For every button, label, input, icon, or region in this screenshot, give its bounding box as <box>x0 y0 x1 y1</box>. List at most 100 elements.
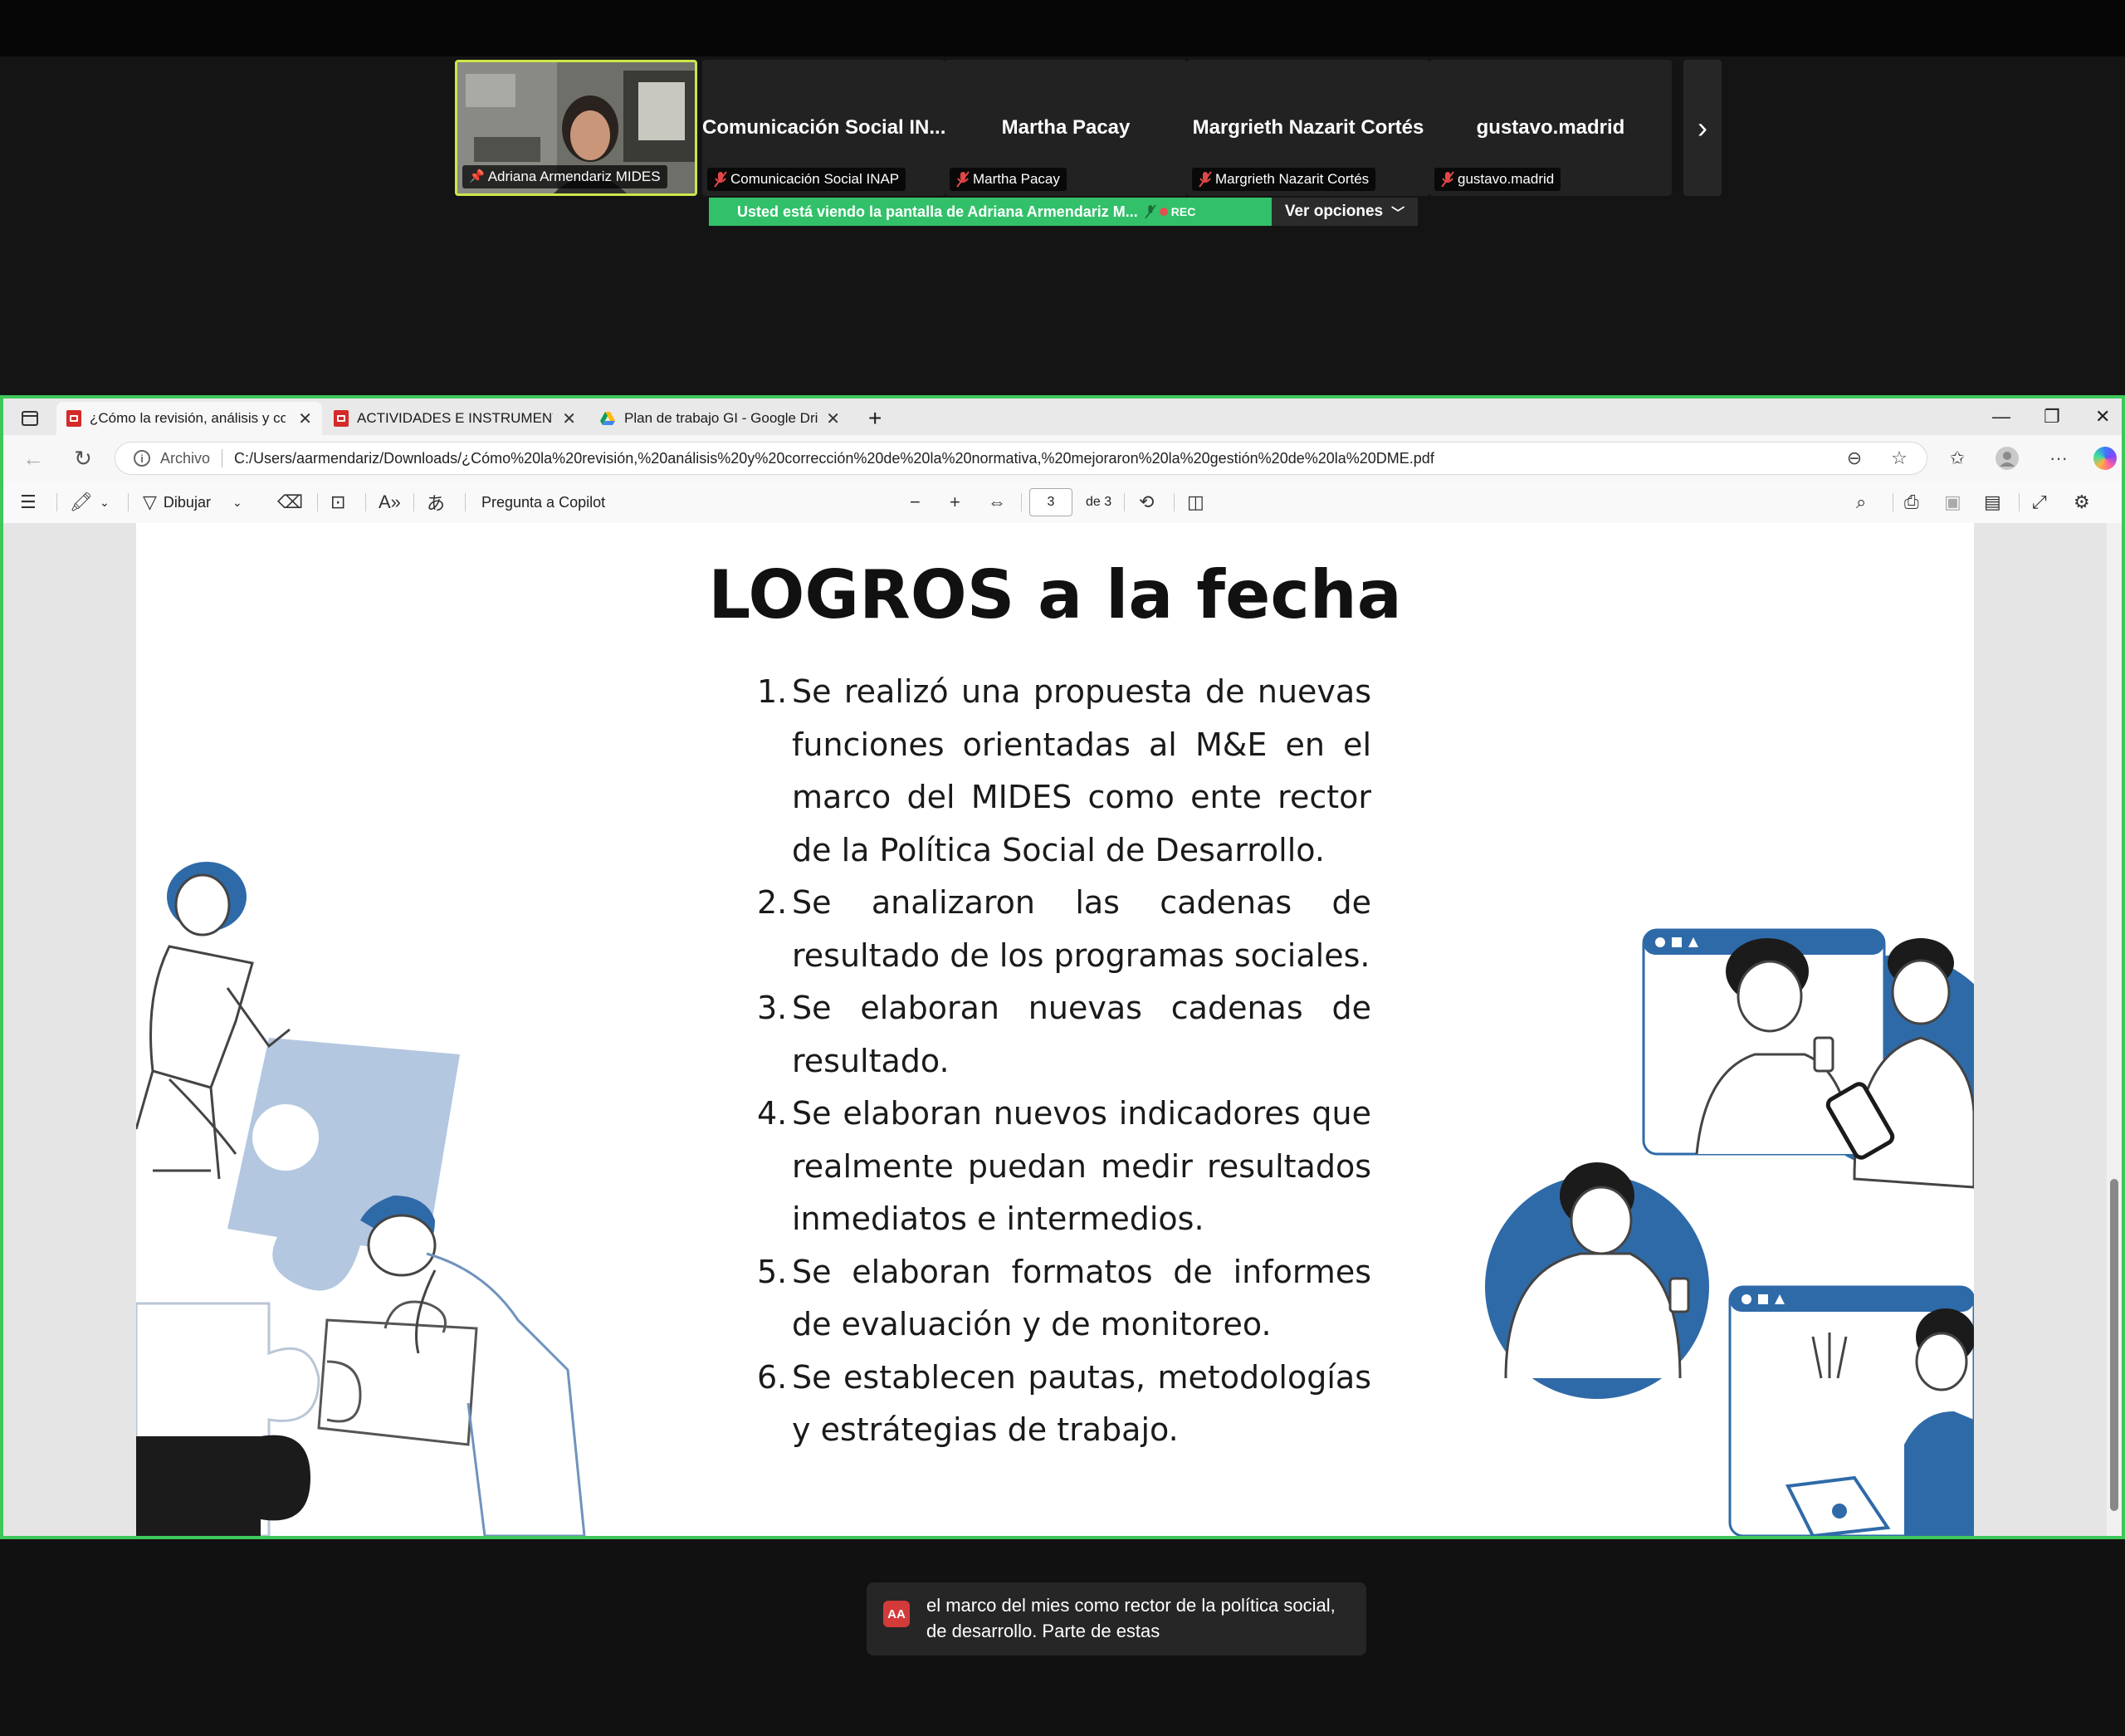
screen-share-banner: Usted está viendo la pantalla de Adriana… <box>709 198 1272 226</box>
rotate-button[interactable]: ⟲ <box>1139 482 1154 523</box>
participant-nameplate: Comunicación Social INAP <box>707 168 906 191</box>
restore-icon: ❐ <box>2044 406 2060 427</box>
draw-button[interactable]: ▽ Dibujar ⌄ <box>143 482 242 523</box>
highlighter-icon: 🖍 <box>70 491 93 512</box>
printer-icon: ⎙ <box>1904 491 1919 512</box>
participant-nameplate: 📌 Adriana Armendariz MIDES <box>462 165 667 188</box>
participant-tile[interactable]: Comunicación Social IN... Comunicación S… <box>702 60 945 196</box>
participant-name: Martha Pacay <box>1001 116 1131 139</box>
copilot-icon <box>2093 447 2117 470</box>
translate-button[interactable]: あ <box>427 482 445 523</box>
mic-off-icon <box>1199 171 1212 188</box>
tab-pdf-actividades[interactable]: ACTIVIDADES E INSTRUMENTOS ✕ <box>324 402 586 435</box>
puzzle-people-illustration <box>136 862 586 1536</box>
read-aloud-button[interactable]: A» <box>379 482 401 523</box>
chevron-down-icon: ⌄ <box>232 495 242 509</box>
participant-tile[interactable]: Margrieth Nazarit Cortés Margrieth Nazar… <box>1187 60 1429 196</box>
mic-off-icon <box>1441 171 1454 188</box>
eraser-icon: ⌫ <box>277 491 304 512</box>
search-icon: ⌕ <box>1856 491 1867 512</box>
find-button[interactable]: ⌕ <box>1856 482 1866 523</box>
participant-tile-self[interactable]: 📌 Adriana Armendariz MIDES <box>455 60 697 196</box>
minimize-icon: — <box>1992 406 2010 427</box>
new-tab-button[interactable]: + <box>858 402 895 435</box>
minimize-button[interactable]: — <box>1992 399 2010 435</box>
participant-tile[interactable]: Martha Pacay Martha Pacay <box>945 60 1187 196</box>
plus-icon: + <box>868 405 882 431</box>
achievements-list: 1. Se realizó una propuesta de nuevas fun… <box>757 666 1371 1457</box>
tab-actions-button[interactable] <box>12 402 48 435</box>
fullscreen-button[interactable]: ⤢ <box>2032 482 2047 523</box>
save-as-icon: ▤ <box>1984 491 2001 512</box>
highlight-button[interactable]: 🖍 ⌄ <box>70 482 110 523</box>
save-as-button[interactable]: ▤ <box>1984 482 2001 523</box>
caption-badge-icon: AA <box>883 1601 910 1627</box>
read-aloud-icon: A» <box>379 491 401 512</box>
close-tab-icon[interactable]: ✕ <box>562 408 576 429</box>
google-drive-icon <box>600 412 615 425</box>
close-window-button[interactable]: ✕ <box>2095 399 2110 435</box>
list-item: 6. Se establecen pautas, metodologías y e… <box>757 1358 1371 1449</box>
close-icon: ✕ <box>2095 406 2111 427</box>
info-icon: i <box>134 450 150 467</box>
favorite-button[interactable]: ☆ <box>1884 443 1914 473</box>
copilot-button[interactable] <box>2090 443 2120 473</box>
minus-icon: − <box>910 491 921 512</box>
tab-google-drive[interactable]: Plan de trabajo GI - Google Drive ✕ <box>589 402 850 435</box>
list-item: 1. Se realizó una propuesta de nuevas fun… <box>757 673 1371 868</box>
list-item: 2. Se analizaron las cadenas de resultado… <box>757 884 1371 974</box>
page-view-button[interactable]: ◫ <box>1187 482 1204 523</box>
contents-button[interactable]: ☰ <box>20 482 37 523</box>
settings-button[interactable]: ⚙ <box>2074 482 2090 523</box>
plus-icon: + <box>950 491 960 512</box>
next-participants-button[interactable]: › <box>1683 60 1722 196</box>
mic-off-icon <box>1144 204 1156 219</box>
chevron-right-icon: › <box>1698 110 1707 144</box>
url-field[interactable]: i Archivo C:/Users/aarmendariz/Downloads… <box>115 442 1927 475</box>
add-text-button[interactable]: ⊡ <box>330 482 345 523</box>
ask-copilot-button[interactable]: Pregunta a Copilot <box>481 482 605 523</box>
chevron-down-icon: ⌄ <box>99 495 110 509</box>
page-number-input[interactable]: 3 <box>1029 488 1072 516</box>
list-item: 3. Se elaboran nuevas cadenas de resultad… <box>757 990 1371 1079</box>
close-tab-icon[interactable]: ✕ <box>298 408 312 429</box>
text-box-icon: ⊡ <box>330 491 346 512</box>
slide-title: LOGROS a la fecha <box>708 556 1402 633</box>
favorites-button[interactable]: ✩ <box>1942 443 1972 473</box>
favorites-list-icon: ✩ <box>1949 447 1966 468</box>
fit-width-button[interactable]: ⇔ <box>988 482 1006 523</box>
save-button[interactable]: ▣ <box>1944 482 1961 523</box>
reload-button[interactable]: ↻ <box>68 443 98 473</box>
pdf-viewer: LOGROS a la fecha 1. Se realizó una propu… <box>3 523 2122 1536</box>
participant-nameplate: gustavo.madrid <box>1434 168 1561 191</box>
erase-button[interactable]: ⌫ <box>277 482 303 523</box>
chevron-down-icon: ﹀ <box>1391 207 1405 221</box>
live-caption: AA el marco del mies como rector de la p… <box>867 1582 1366 1655</box>
pdf-icon <box>334 410 349 427</box>
pdf-page: LOGROS a la fecha 1. Se realizó una propu… <box>136 523 1974 1536</box>
back-button[interactable]: ← <box>18 443 48 473</box>
scrollbar-thumb[interactable] <box>2110 1179 2118 1511</box>
pin-icon: 📌 <box>469 169 485 183</box>
tab-bar: ¿Cómo la revisión, análisis y corre ✕ AC… <box>3 399 2122 435</box>
list-icon: ☰ <box>20 491 37 512</box>
tab-pdf-current[interactable]: ¿Cómo la revisión, análisis y corre ✕ <box>56 402 322 435</box>
list-item: 5. Se elaboran formatos de informes de ev… <box>757 1253 1371 1343</box>
more-menu-button[interactable]: ··· <box>2044 443 2074 473</box>
view-options-button[interactable]: Ver opciones ﹀ <box>1272 198 1418 226</box>
vertical-scrollbar[interactable] <box>2107 523 2122 1536</box>
participant-nameplate: Martha Pacay <box>950 168 1067 191</box>
zoom-out-button[interactable]: − <box>910 482 921 523</box>
restore-button[interactable]: ❐ <box>2044 399 2060 435</box>
zoom-button[interactable]: ⊖ <box>1839 443 1869 473</box>
fit-page-icon: ⇔ <box>988 491 1006 512</box>
zoom-in-button[interactable]: + <box>950 482 960 523</box>
participant-tile[interactable]: gustavo.madrid gustavo.madrid <box>1429 60 1672 196</box>
print-button[interactable]: ⎙ <box>1904 482 1919 523</box>
close-tab-icon[interactable]: ✕ <box>826 408 840 429</box>
more-icon: ··· <box>2049 447 2068 468</box>
pdf-icon <box>66 410 81 427</box>
mic-off-icon <box>956 171 970 188</box>
participant-nameplate: Margrieth Nazarit Cortés <box>1192 168 1376 191</box>
profile-button[interactable] <box>1992 443 2022 473</box>
